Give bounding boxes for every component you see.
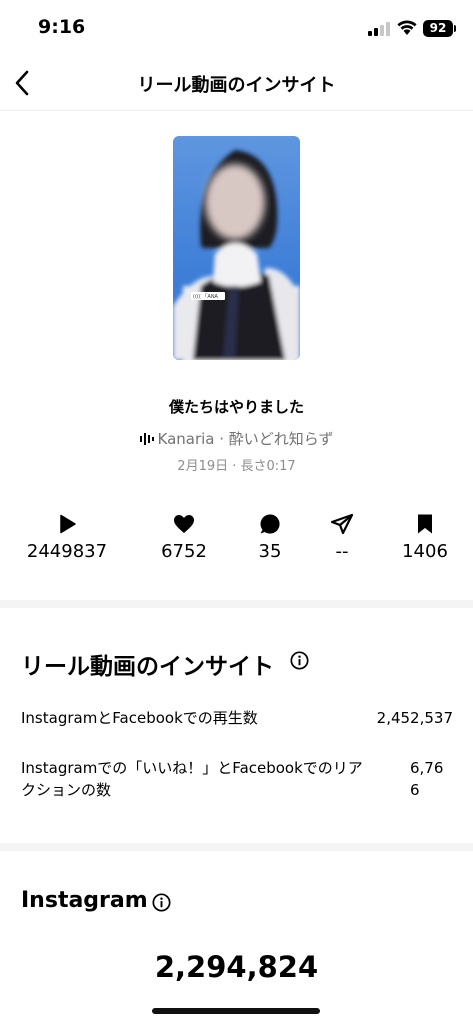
comment-icon [260,514,280,534]
cellular-signal-icon [368,22,390,36]
reel-sticker-text: (((( 「ANA [193,294,219,300]
row-reactions-value-line2: 6 [410,781,420,799]
row-reactions-label: Instagramでの「いいね！」とFacebookでのリア クションの数 [21,757,401,801]
stat-plays-value: 2449837 [26,541,108,562]
info-icon[interactable] [290,651,309,670]
row-reactions-label-line1: Instagramでの「いいね！」とFacebookでのリア [21,759,363,777]
status-time: 9:16 [38,16,86,38]
page-title: リール動画のインサイト [137,75,336,96]
nav-divider [0,110,473,111]
instagram-total-value: 2,294,824 [154,950,319,984]
bookmark-icon [418,514,432,534]
battery-indicator: 92 [423,20,453,37]
home-indicator [152,1008,320,1014]
audio-track[interactable]: Kanaria · 酔いどれ知らず [0,428,473,449]
instagram-heading: Instagram [21,888,148,913]
insights-heading: リール動画のインサイト [21,647,274,681]
row-reactions-value-line1: 6,76 [410,759,444,777]
reel-thumbnail-image: (((( 「ANA [173,150,300,360]
battery-cap [454,25,456,32]
reel-thumbnail[interactable]: (((( 「ANA [173,136,300,360]
reel-title: 僕たちはやりました [168,398,304,416]
share-icon [330,513,354,535]
reel-date-length: 2月19日 · 長さ0:17 [177,459,296,474]
stat-saves-value: 1406 [402,541,448,562]
wifi-icon [397,20,417,35]
play-icon [60,514,76,534]
audio-track-label: Kanaria · 酔いどれ知らず [157,430,334,448]
row-reactions-label-line2: クションの数 [21,781,112,799]
info-icon[interactable] [152,893,171,912]
section-divider [0,843,473,851]
status-bar: 9:16 92 [0,0,473,56]
row-reactions-value: 6,76 6 [410,757,443,801]
row-plays-label: InstagramとFacebookでの再生数 [21,709,258,727]
insights-heading-label: リール動画のインサイト [21,654,274,680]
row-plays-value: 2,452,537 [376,709,453,727]
section-divider [0,600,473,608]
audio-waveform-icon [139,433,154,445]
heart-icon [174,515,194,533]
